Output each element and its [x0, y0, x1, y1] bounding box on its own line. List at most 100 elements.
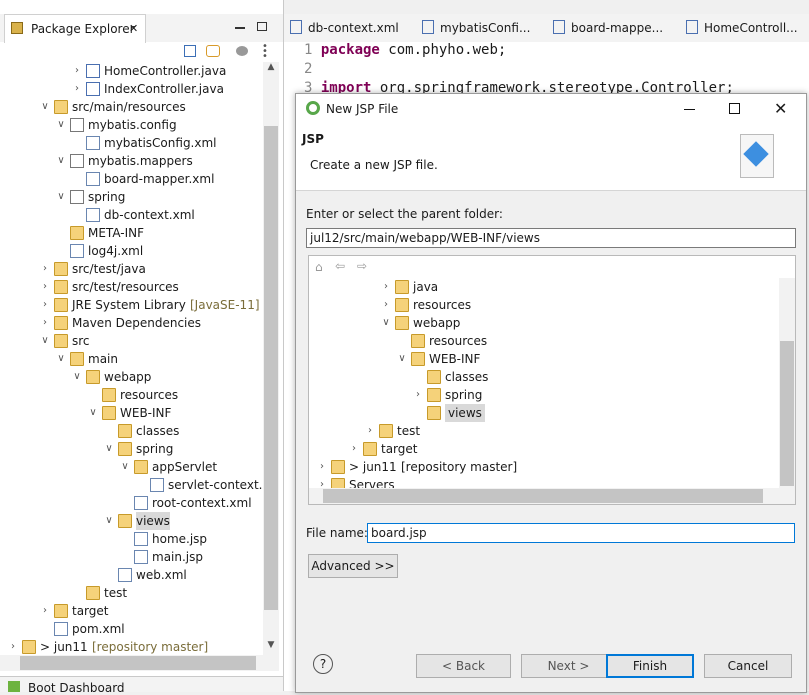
view-menu-icon[interactable]: • • • — [262, 42, 268, 62]
tree-item[interactable]: › target — [0, 602, 263, 620]
tree-item[interactable]: ∨ WEB-INF — [0, 404, 263, 422]
back-button[interactable]: < Back — [416, 654, 511, 678]
folder-tree-item[interactable]: ∨ WEB-INF — [309, 350, 777, 368]
tree-item[interactable]: db-context.xml — [0, 206, 263, 224]
maximize-icon[interactable] — [257, 22, 267, 31]
forward-icon[interactable]: ⇨ — [357, 259, 367, 273]
chevron-right-icon[interactable]: › — [381, 296, 391, 314]
tree-item[interactable]: › > jun11 [repository master] — [0, 638, 263, 656]
folder-tree-item[interactable]: ∨ webapp — [309, 314, 777, 332]
tree-item[interactable]: ∨ mybatis.mappers — [0, 152, 263, 170]
tree-item[interactable]: ∨ spring — [0, 188, 263, 206]
tree-item[interactable]: web.xml — [0, 566, 263, 584]
tree-item[interactable]: › src/test/java — [0, 260, 263, 278]
tree-hscrollbar-thumb[interactable] — [323, 489, 763, 503]
tree-item[interactable]: ∨ appServlet — [0, 458, 263, 476]
close-button[interactable]: ✕ — [774, 99, 787, 119]
close-icon[interactable]: ✕ — [129, 15, 138, 43]
folder-tree-item[interactable]: › target — [309, 440, 777, 458]
tree-item[interactable]: › Maven Dependencies — [0, 314, 263, 332]
package-explorer-tab[interactable]: Package Explorer ✕ — [4, 14, 146, 43]
tree-item[interactable]: classes — [0, 422, 263, 440]
link-with-editor-icon[interactable] — [206, 45, 220, 57]
tree-item[interactable]: ∨ mybatis.config — [0, 116, 263, 134]
chevron-right-icon[interactable]: › — [40, 278, 50, 296]
chevron-down-icon[interactable]: ∨ — [381, 314, 391, 332]
parent-folder-input[interactable]: jul12/src/main/webapp/WEB-INF/views — [306, 228, 796, 248]
chevron-down-icon[interactable]: ∨ — [88, 404, 98, 422]
chevron-down-icon[interactable]: ∨ — [397, 350, 407, 368]
chevron-down-icon[interactable]: ∨ — [40, 332, 50, 350]
chevron-right-icon[interactable]: › — [365, 422, 375, 440]
collapse-all-icon[interactable] — [184, 45, 196, 57]
folder-tree-item[interactable]: › > jun11 [repository master] — [309, 458, 777, 476]
chevron-right-icon[interactable]: › — [8, 638, 18, 656]
chevron-right-icon[interactable]: › — [40, 260, 50, 278]
chevron-right-icon[interactable]: › — [381, 278, 391, 296]
chevron-down-icon[interactable]: ∨ — [72, 368, 82, 386]
chevron-down-icon[interactable]: ∨ — [56, 188, 66, 206]
next-button[interactable]: Next > — [521, 654, 616, 678]
tree-item[interactable]: ∨ views — [0, 512, 263, 530]
chevron-down-icon[interactable]: ∨ — [40, 98, 50, 116]
tree-item[interactable]: mybatisConfig.xml — [0, 134, 263, 152]
scroll-up-arrow[interactable]: ▲ — [264, 62, 278, 76]
tree-item[interactable]: servlet-context.xml — [0, 476, 263, 494]
minimize-button[interactable] — [684, 109, 695, 110]
back-icon[interactable]: ⇦ — [335, 259, 345, 273]
tree-item[interactable]: pom.xml — [0, 620, 263, 638]
boot-dashboard-tab[interactable]: Boot Dashboard — [0, 676, 283, 695]
tree-item[interactable]: ∨ spring — [0, 440, 263, 458]
horizontal-scrollbar-thumb[interactable] — [20, 656, 256, 670]
tree-item[interactable]: ∨ webapp — [0, 368, 263, 386]
folder-tree-item[interactable]: views — [309, 404, 777, 422]
folder-tree-item[interactable]: › test — [309, 422, 777, 440]
help-icon[interactable]: ? — [313, 654, 333, 674]
chevron-down-icon[interactable]: ∨ — [56, 350, 66, 368]
scroll-down-arrow[interactable]: ▼ — [264, 640, 278, 654]
tree-item[interactable]: board-mapper.xml — [0, 170, 263, 188]
tree-item[interactable]: log4j.xml — [0, 242, 263, 260]
tree-item[interactable]: ∨ src — [0, 332, 263, 350]
chevron-right-icon[interactable]: › — [72, 62, 82, 80]
chevron-down-icon[interactable]: ∨ — [120, 458, 130, 476]
folder-tree-item[interactable]: › resources — [309, 296, 777, 314]
maximize-button[interactable] — [729, 103, 740, 114]
chevron-right-icon[interactable]: › — [40, 602, 50, 620]
chevron-down-icon[interactable]: ∨ — [56, 152, 66, 170]
tree-item[interactable]: test — [0, 584, 263, 602]
tree-item[interactable]: › HomeController.java — [0, 62, 263, 80]
tree-item[interactable]: main.jsp — [0, 548, 263, 566]
cancel-button[interactable]: Cancel — [704, 654, 792, 678]
chevron-right-icon[interactable]: › — [40, 296, 50, 314]
chevron-down-icon[interactable]: ∨ — [104, 512, 114, 530]
tree-item[interactable]: resources — [0, 386, 263, 404]
folder-tree-item[interactable]: classes — [309, 368, 777, 386]
advanced-button[interactable]: Advanced >> — [308, 554, 398, 578]
tree-item[interactable]: META-INF — [0, 224, 263, 242]
tree-item[interactable]: › src/test/resources — [0, 278, 263, 296]
folder-tree-item[interactable]: resources — [309, 332, 777, 350]
finish-button[interactable]: Finish — [606, 654, 694, 678]
editor-tab[interactable]: mybatisConfi... — [422, 14, 530, 42]
editor-tab[interactable]: HomeControll... — [686, 14, 798, 42]
tree-item[interactable]: ∨ main — [0, 350, 263, 368]
tree-item[interactable]: › IndexController.java — [0, 80, 263, 98]
chevron-down-icon[interactable]: ∨ — [104, 440, 114, 458]
chevron-right-icon[interactable]: › — [413, 386, 423, 404]
chevron-right-icon[interactable]: › — [349, 440, 359, 458]
tree-item[interactable]: home.jsp — [0, 530, 263, 548]
tree-vscrollbar-thumb[interactable] — [780, 341, 794, 486]
folder-tree-item[interactable]: › java — [309, 278, 777, 296]
editor-tab[interactable]: board-mappe... — [553, 14, 663, 42]
tree-item[interactable]: › JRE System Library [JavaSE-11] — [0, 296, 263, 314]
focus-icon[interactable] — [236, 46, 248, 56]
tree-item[interactable]: root-context.xml — [0, 494, 263, 512]
minimize-icon[interactable] — [235, 27, 245, 29]
chevron-right-icon[interactable]: › — [317, 458, 327, 476]
vertical-scrollbar-thumb[interactable] — [264, 126, 278, 610]
tree-item[interactable]: ∨ src/main/resources — [0, 98, 263, 116]
chevron-right-icon[interactable]: › — [72, 80, 82, 98]
editor-tab[interactable]: db-context.xml — [290, 14, 399, 42]
home-icon[interactable]: ⌂ — [315, 260, 323, 274]
